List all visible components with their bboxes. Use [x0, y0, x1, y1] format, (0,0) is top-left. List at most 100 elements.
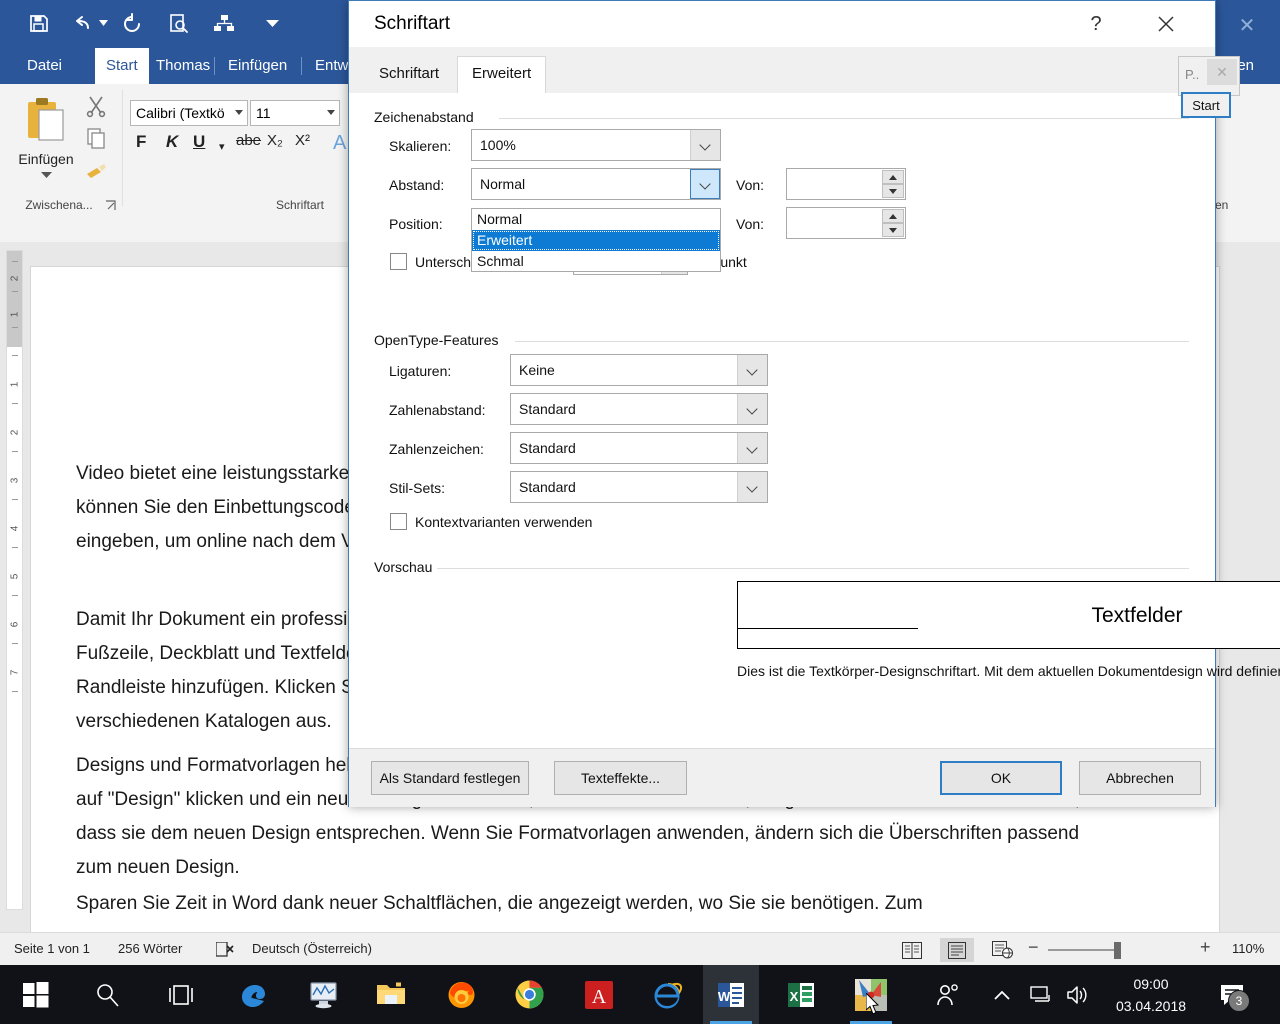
search-icon[interactable]: [82, 965, 134, 1024]
abstand-von-spinner[interactable]: [786, 168, 906, 200]
position-von-spinner[interactable]: [786, 207, 906, 239]
unterschneidung-checkbox[interactable]: [390, 253, 407, 270]
spinner-down-icon[interactable]: [882, 223, 904, 237]
zoom-in-button[interactable]: +: [1200, 937, 1211, 958]
task-view-icon[interactable]: [155, 965, 207, 1024]
web-layout-icon[interactable]: [985, 938, 1019, 962]
page-count-status[interactable]: Seite 1 von 1: [14, 941, 90, 956]
ribbon-tab-start[interactable]: Start: [95, 48, 149, 84]
dropdown-option-normal[interactable]: Normal: [472, 209, 720, 230]
word-icon[interactable]: W: [703, 965, 759, 1024]
font-name-combobox[interactable]: Calibri (Textkö: [130, 100, 248, 126]
show-hidden-icons-icon[interactable]: [982, 965, 1022, 1024]
proofing-errors-icon[interactable]: [216, 942, 234, 957]
redo-icon[interactable]: [116, 8, 148, 38]
zahlenzeichen-value: Standard: [519, 440, 576, 456]
word-close-button[interactable]: ✕: [1232, 12, 1262, 38]
undo-icon[interactable]: [66, 8, 98, 38]
tab-schriftart[interactable]: Schriftart: [365, 57, 453, 93]
customize-qat-icon[interactable]: [256, 8, 288, 38]
italic-button[interactable]: K: [166, 132, 178, 152]
zahlenabstand-combobox[interactable]: Standard: [510, 393, 768, 425]
ligaturen-combobox[interactable]: Keine: [510, 354, 768, 386]
chevron-down-icon[interactable]: [737, 394, 767, 424]
mini-popup-close-button[interactable]: ✕: [1207, 59, 1237, 85]
ribbon-tab-einfuegen[interactable]: Einfügen: [217, 48, 298, 84]
chevron-down-icon[interactable]: [690, 130, 720, 160]
ribbon-tab-thomas[interactable]: Thomas: [145, 48, 221, 84]
language-status[interactable]: Deutsch (Österreich): [252, 941, 372, 956]
read-mode-icon[interactable]: [895, 938, 929, 962]
chevron-down-icon[interactable]: [327, 110, 335, 115]
stilsets-combobox[interactable]: Standard: [510, 471, 768, 503]
edge-icon[interactable]: [228, 965, 280, 1024]
help-icon[interactable]: ?: [1073, 9, 1119, 39]
subscript-button[interactable]: X₂: [267, 132, 283, 149]
zoom-out-button[interactable]: −: [1028, 937, 1039, 958]
kontextvarianten-checkbox[interactable]: [390, 513, 407, 530]
spinner-up-icon[interactable]: [882, 170, 904, 184]
network-icon[interactable]: [1022, 965, 1060, 1024]
dropdown-option-schmal[interactable]: Schmal: [472, 251, 720, 272]
superscript-button[interactable]: X²: [295, 132, 310, 149]
vertical-ruler[interactable]: 2 1 1 2 3 4 5 6 7: [6, 250, 23, 910]
save-icon[interactable]: [22, 8, 54, 38]
paste-button[interactable]: Einfügen: [10, 92, 82, 200]
copy-icon[interactable]: [84, 126, 112, 154]
font-group-label: Schriftart: [275, 198, 324, 212]
format-painter-icon[interactable]: [84, 158, 112, 186]
tab-schriftart-label: Schriftart: [379, 65, 440, 82]
stilsets-value: Standard: [519, 479, 576, 495]
chevron-down-icon[interactable]: [235, 110, 243, 115]
ligaturen-value: Keine: [519, 362, 555, 378]
volume-icon[interactable]: [1058, 965, 1098, 1024]
print-layout-icon[interactable]: [940, 938, 974, 962]
zoom-slider[interactable]: [1048, 949, 1120, 951]
taskbar-clock[interactable]: 09:00 03.04.2018: [1106, 973, 1196, 1017]
print-preview-icon[interactable]: [162, 8, 194, 38]
zahlenzeichen-combobox[interactable]: Standard: [510, 432, 768, 464]
tab-erweitert[interactable]: Erweitert: [457, 56, 547, 94]
chevron-down-icon[interactable]: [737, 355, 767, 385]
firefox-icon[interactable]: [435, 965, 487, 1024]
strikethrough-button[interactable]: abe: [236, 132, 261, 149]
mini-popup-window[interactable]: P.. ✕: [1178, 56, 1240, 96]
set-default-button[interactable]: Als Standard festlegen: [371, 761, 529, 795]
acrobat-icon[interactable]: A: [573, 965, 625, 1024]
text-effects-icon[interactable]: A: [333, 132, 346, 155]
close-icon[interactable]: [1143, 9, 1189, 39]
document-paragraph-4: Sparen Sie Zeit in Word dank neuer Schal…: [76, 893, 923, 914]
font-size-combobox[interactable]: 11: [250, 100, 340, 126]
people-icon[interactable]: [925, 965, 971, 1024]
start-button-icon[interactable]: [10, 965, 62, 1024]
chrome-icon[interactable]: [503, 965, 555, 1024]
cut-icon[interactable]: [84, 94, 112, 122]
start-tooltip[interactable]: Start: [1181, 92, 1231, 118]
zoom-slider-handle[interactable]: [1114, 942, 1121, 959]
file-explorer-icon[interactable]: [365, 965, 417, 1024]
cancel-button[interactable]: Abbrechen: [1079, 761, 1201, 795]
abstand-combobox[interactable]: Normal: [471, 168, 721, 200]
hierarchy-icon[interactable]: [208, 8, 240, 38]
ribbon-tab-datei[interactable]: Datei: [16, 48, 73, 84]
zoom-level-label[interactable]: 110%: [1232, 941, 1264, 956]
internet-explorer-icon[interactable]: [642, 965, 694, 1024]
ok-button[interactable]: OK: [940, 761, 1062, 795]
spinner-up-icon[interactable]: [882, 209, 904, 223]
chevron-down-icon[interactable]: [737, 433, 767, 463]
underline-button[interactable]: U: [193, 132, 205, 152]
chevron-down-icon[interactable]: [690, 169, 720, 199]
dropdown-option-erweitert[interactable]: Erweitert: [472, 230, 720, 251]
word-count-status[interactable]: 256 Wörter: [118, 941, 182, 956]
bold-button[interactable]: F: [136, 132, 146, 152]
abstand-dropdown-list[interactable]: Normal Erweitert Schmal: [471, 208, 721, 272]
text-effects-button[interactable]: Texteffekte...: [554, 761, 687, 795]
skalieren-combobox[interactable]: 100%: [471, 129, 721, 161]
excel-icon[interactable]: X: [775, 965, 827, 1024]
monitor-app-icon[interactable]: [298, 965, 350, 1024]
undo-dropdown-icon[interactable]: [96, 8, 110, 38]
notifications-button[interactable]: 3: [1208, 965, 1256, 1024]
chevron-down-icon[interactable]: [737, 472, 767, 502]
underline-dropdown-icon[interactable]: ▾: [219, 140, 225, 153]
spinner-down-icon[interactable]: [882, 184, 904, 198]
